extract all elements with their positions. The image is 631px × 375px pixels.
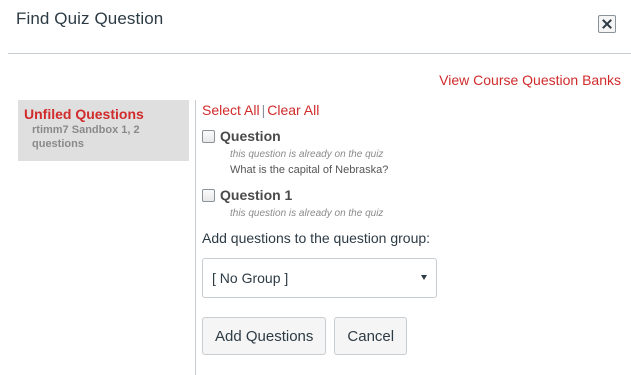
question-group-select[interactable]: [ No Group ]: [202, 258, 437, 298]
header-divider: [8, 53, 631, 54]
question-text: What is the capital of Nebraska?: [230, 164, 389, 176]
question-name: Question 1: [220, 187, 293, 203]
question-checkbox[interactable]: [202, 188, 215, 202]
clear-all-link[interactable]: Clear All: [267, 102, 319, 118]
close-button[interactable]: [598, 15, 616, 33]
question-already-on-quiz-note: this question is already on the quiz: [230, 149, 384, 160]
question-checkbox[interactable]: [202, 129, 215, 143]
bank-name: Unfiled Questions: [24, 106, 144, 122]
question-item: Question 1 this question is already on t…: [202, 185, 622, 221]
dialog-actions: Add Questions Cancel: [202, 317, 622, 355]
caret-down-icon: [421, 275, 427, 280]
question-bank-item-unfiled[interactable]: Unfiled Questions rtimm7 Sandbox 1, 2 qu…: [18, 100, 189, 161]
question-row: Question 1: [202, 185, 622, 205]
cancel-button[interactable]: Cancel: [334, 317, 408, 355]
question-list-panel: Select All | Clear All Question this quest…: [202, 101, 622, 355]
column-divider: [195, 100, 196, 375]
view-course-question-banks-link[interactable]: View Course Question Banks: [439, 72, 621, 88]
question-name: Question: [220, 128, 281, 144]
question-item: Question this question is already on the…: [202, 126, 622, 178]
close-x-icon: [602, 19, 612, 29]
add-questions-button[interactable]: Add Questions: [202, 317, 327, 355]
find-quiz-question-dialog: Find Quiz Question View Course Question …: [0, 0, 631, 375]
dialog-title: Find Quiz Question: [16, 9, 164, 28]
bank-meta: rtimm7 Sandbox 1, 2 questions: [32, 124, 140, 150]
question-group-label: Add questions to the question group:: [202, 230, 431, 246]
question-group-selected-value: [ No Group ]: [212, 270, 289, 286]
question-already-on-quiz-note: this question is already on the quiz: [230, 208, 384, 219]
selection-links: Select All | Clear All: [202, 101, 622, 119]
select-all-link[interactable]: Select All: [202, 102, 260, 118]
question-row: Question: [202, 126, 622, 146]
